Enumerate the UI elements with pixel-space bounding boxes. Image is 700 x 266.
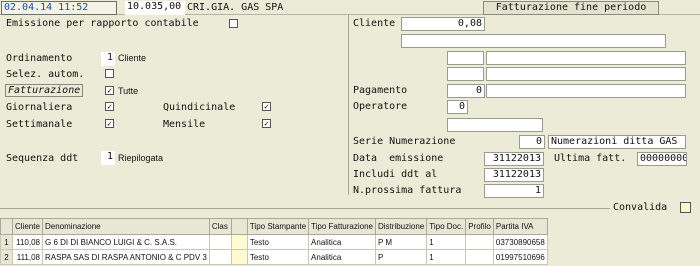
settimanale-label: Settimanale [6, 119, 73, 130]
ultima-fatt-field: 00000000 [637, 152, 687, 166]
clients-table: Cliente Denominazione Clas Tipo Stampant… [0, 218, 548, 265]
header-blank[interactable] [230, 218, 248, 235]
cell-flag[interactable] [230, 249, 248, 265]
cell-partita-iva[interactable]: 03730890658 [492, 234, 548, 250]
includi-ddt-field[interactable]: 31122013 [484, 168, 544, 182]
cell-cliente[interactable]: 110,08 [12, 234, 43, 250]
emissione-label: Emissione per rapporto contabile [6, 18, 199, 29]
giornaliera-label: Giornaliera [6, 102, 73, 113]
n-prossima-fattura-field[interactable]: 1 [484, 184, 544, 198]
tab-fatturazione-fine-periodo[interactable]: Fatturazione fine periodo [483, 1, 659, 15]
n-prossima-fattura-label: N.prossima fattura [353, 185, 462, 196]
data-emissione-field[interactable]: 31122013 [484, 152, 544, 166]
cell-clas[interactable] [208, 249, 232, 265]
tutte-label: Tutte [118, 86, 139, 96]
pagamento-label: Pagamento [353, 85, 408, 96]
convalida-checkbox[interactable] [680, 202, 691, 213]
quindicinale-label: Quindicinale [163, 102, 236, 113]
cell-profilo[interactable] [465, 249, 494, 265]
header-cliente[interactable]: Cliente [12, 218, 43, 235]
convalida-label: Convalida [613, 202, 668, 213]
cell-profilo[interactable] [465, 234, 494, 250]
company-name: CRI.GIA. GAS SPA [187, 2, 284, 13]
emissione-checkbox[interactable] [229, 19, 238, 28]
header-tipo-stampante[interactable]: Tipo Stampante [246, 218, 310, 235]
cell-clas[interactable] [208, 234, 232, 250]
header-partita-iva[interactable]: Partita IVA [492, 218, 548, 235]
header-rownum [0, 218, 13, 235]
settimanale-checkbox[interactable]: ✓ [105, 119, 114, 128]
serie-numerazione-descr: Numerazioni ditta GAS [548, 135, 686, 149]
serie-numerazione-field[interactable]: 0 [519, 135, 545, 149]
cell-distribuzione[interactable]: P M [374, 234, 428, 250]
cell-tipo-stampante[interactable]: Testo [246, 249, 310, 265]
extra-field-1b[interactable] [486, 51, 686, 65]
cell-tipo-doc[interactable]: 1 [426, 234, 467, 250]
serie-numerazione-label: Serie Numerazione [353, 136, 456, 147]
header-denominazione[interactable]: Denominazione [42, 218, 210, 235]
cell-partita-iva[interactable]: 01997510696 [492, 249, 548, 265]
cell-tipo-stampante[interactable]: Testo [246, 234, 310, 250]
selez-autom-label: Selez. autom. [6, 69, 85, 80]
header-tipo-fatturazione[interactable]: Tipo Fatturazione [308, 218, 376, 235]
fatturazione-label: Fatturazione [5, 84, 84, 97]
table-row[interactable]: 1 110,08 G 6 DI DI BIANCO LUIGI & C. S.A… [0, 234, 548, 250]
table-header-row: Cliente Denominazione Clas Tipo Stampant… [0, 218, 548, 235]
header-tipo-doc[interactable]: Tipo Doc. [426, 218, 467, 235]
mensile-label: Mensile [163, 119, 206, 130]
ordinamento-field[interactable]: 1 [101, 52, 115, 66]
quindicinale-checkbox[interactable]: ✓ [262, 102, 271, 111]
sequenza-ddt-field[interactable]: 1 [101, 151, 115, 165]
cell-distribuzione[interactable]: P [374, 249, 428, 265]
extra-field-2a[interactable] [447, 67, 484, 81]
row-number: 2 [0, 249, 13, 265]
cell-tipo-doc[interactable]: 1 [426, 249, 467, 265]
giornaliera-checkbox[interactable]: ✓ [105, 102, 114, 111]
bottom-divider [0, 208, 610, 209]
header-profilo[interactable]: Profilo [465, 218, 494, 235]
includi-ddt-label: Includi ddt al [353, 169, 438, 180]
cell-tipo-fatturazione[interactable]: Analitica [308, 234, 376, 250]
header-clas[interactable]: Clas [208, 218, 232, 235]
row-number: 1 [0, 234, 13, 250]
sequenza-ddt-label: Sequenza ddt [6, 153, 79, 164]
operatore-label: Operatore [353, 101, 408, 112]
header-distribuzione[interactable]: Distribuzione [374, 218, 428, 235]
operatore-field[interactable]: 0 [447, 100, 468, 114]
selez-autom-checkbox[interactable] [105, 69, 114, 78]
pagamento-descr-field[interactable] [486, 84, 686, 98]
mensile-checkbox[interactable]: ✓ [262, 119, 271, 128]
amount-field: 10.035,00 [125, 1, 185, 15]
data-emissione-label: Data emissione [353, 153, 444, 164]
extra-field-3[interactable] [447, 118, 543, 132]
ultima-fatt-label: Ultima fatt. [554, 153, 627, 164]
cell-cliente[interactable]: 111,08 [12, 249, 43, 265]
cell-flag[interactable] [230, 234, 248, 250]
cell-denominazione[interactable]: RASPA SAS DI RASPA ANTONIO & C PDV 3 [42, 249, 210, 265]
panel-divider [348, 15, 349, 195]
extra-field-2b[interactable] [486, 67, 686, 81]
tutte-checkbox[interactable]: ✓ [105, 86, 114, 95]
top-bar: 02.04.14 11:52 10.035,00 CRI.GIA. GAS SP… [0, 0, 700, 15]
cell-denominazione[interactable]: G 6 DI DI BIANCO LUIGI & C. S.A.S. [42, 234, 210, 250]
datetime-field: 02.04.14 11:52 [1, 1, 117, 15]
cell-tipo-fatturazione[interactable]: Analitica [308, 249, 376, 265]
cliente-descr-field[interactable] [401, 34, 666, 48]
pagamento-field[interactable]: 0 [447, 84, 485, 98]
extra-field-1a[interactable] [447, 51, 484, 65]
cliente-label: Cliente [353, 18, 396, 29]
table-row[interactable]: 2 111,08 RASPA SAS DI RASPA ANTONIO & C … [0, 249, 548, 265]
ordinamento-text: Cliente [118, 53, 147, 63]
sequenza-ddt-text: Riepilogata [118, 153, 164, 163]
ordinamento-label: Ordinamento [6, 53, 73, 64]
cliente-field[interactable]: 0,08 [401, 17, 485, 31]
